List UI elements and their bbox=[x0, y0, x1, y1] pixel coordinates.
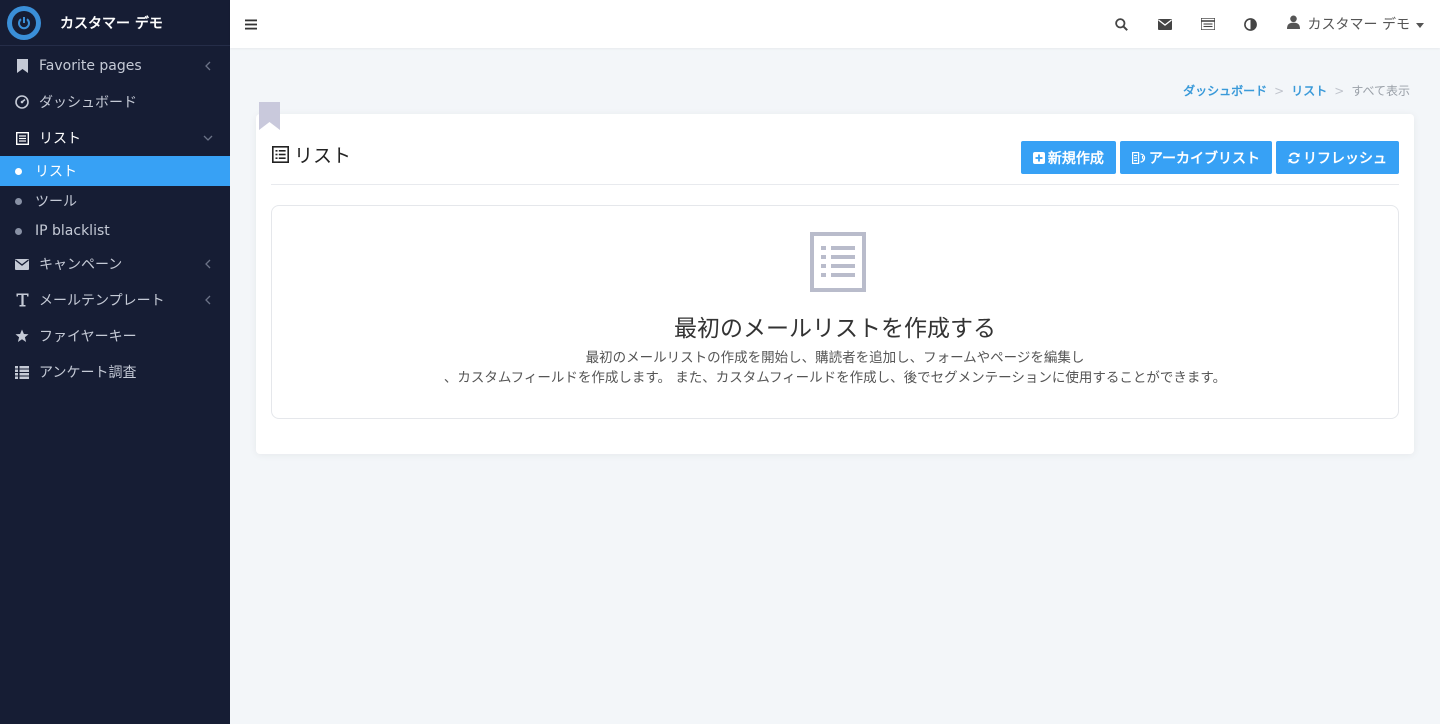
bookmark-icon bbox=[15, 59, 29, 73]
breadcrumb-list[interactable]: リスト bbox=[1291, 82, 1327, 99]
bullet-icon bbox=[15, 227, 22, 235]
dashboard-icon bbox=[15, 95, 29, 109]
user-menu[interactable]: カスタマー デモ bbox=[1286, 14, 1424, 34]
bullet-icon bbox=[15, 167, 22, 175]
archive-list-button[interactable]: アーカイブリスト bbox=[1119, 141, 1272, 174]
card-actions: 新規作成 アーカイブリスト リフレッシュ bbox=[1017, 141, 1399, 174]
sidebar-submenu-list: リスト ツール IP blacklist bbox=[0, 156, 230, 246]
sidebar-item-label: メールテンプレート bbox=[39, 293, 165, 309]
card-header: リスト 新規作成 アーカイブリスト リフレッシュ bbox=[271, 114, 1399, 185]
list-document-icon bbox=[810, 232, 866, 296]
sidebar-subitem-list[interactable]: リスト bbox=[0, 156, 230, 186]
list-card: リスト 新規作成 アーカイブリスト リフレッシュ 最初のメールリストを作成する … bbox=[256, 114, 1414, 454]
user-icon bbox=[1286, 15, 1300, 33]
sidebar-item-favorite-pages[interactable]: Favorite pages bbox=[0, 48, 230, 84]
page-title: リスト bbox=[272, 141, 351, 168]
sidebar-item-campaigns[interactable]: キャンペーン bbox=[0, 246, 230, 282]
sidebar-item-label: アンケート調査 bbox=[39, 365, 137, 381]
sidebar-item-label: リスト bbox=[39, 131, 81, 147]
contrast-icon[interactable] bbox=[1244, 17, 1258, 31]
create-button-label: 新規作成 bbox=[1047, 150, 1104, 167]
list-icon bbox=[272, 146, 289, 163]
archive-list-button-label: アーカイブリスト bbox=[1148, 150, 1260, 167]
sidebar-item-label: ダッシュボード bbox=[39, 95, 137, 111]
brand[interactable]: カスタマー デモ bbox=[0, 0, 230, 46]
sidebar-menu: Favorite pages ダッシュボード リスト リスト ツール IP bl… bbox=[0, 46, 230, 390]
survey-icon bbox=[15, 365, 29, 379]
text-icon bbox=[15, 293, 29, 307]
sidebar-item-label: Favorite pages bbox=[39, 58, 142, 74]
list-icon bbox=[15, 131, 29, 145]
sidebar-item-label: ファイヤーキー bbox=[39, 329, 137, 345]
chevron-left-icon bbox=[202, 295, 214, 305]
logo-icon bbox=[7, 5, 41, 40]
empty-state-description-line: 最初のメールリストの作成を開始し、購読者を追加し、フォームやページを編集し bbox=[585, 350, 1085, 366]
star-icon bbox=[15, 329, 29, 343]
sidebar-subitem-label: IP blacklist bbox=[35, 223, 110, 239]
bookmark-ribbon-icon[interactable] bbox=[259, 102, 280, 130]
list-icon[interactable] bbox=[1200, 17, 1215, 31]
sidebar-item-label: キャンペーン bbox=[39, 257, 123, 273]
sidebar-subitem-ip-blacklist[interactable]: IP blacklist bbox=[0, 216, 230, 246]
sidebar: カスタマー デモ Favorite pages ダッシュボード リスト リスト … bbox=[0, 0, 230, 724]
refresh-button[interactable]: リフレッシュ bbox=[1276, 141, 1399, 174]
sidebar-item-surveys[interactable]: アンケート調査 bbox=[0, 354, 230, 390]
search-icon[interactable] bbox=[1115, 17, 1129, 31]
chevron-left-icon bbox=[202, 61, 214, 71]
create-button[interactable]: 新規作成 bbox=[1020, 141, 1116, 174]
empty-state-title: 最初のメールリストを作成する bbox=[674, 316, 996, 342]
page-title-text: リスト bbox=[294, 145, 352, 167]
empty-state: 最初のメールリストを作成する 最初のメールリストの作成を開始し、購読者を追加し、… bbox=[271, 205, 1399, 419]
breadcrumb-current: すべて表示 bbox=[1351, 84, 1410, 98]
sidebar-item-email-templates[interactable]: メールテンプレート bbox=[0, 282, 230, 318]
archive-icon bbox=[1131, 151, 1146, 164]
caret-down-icon bbox=[1416, 16, 1424, 32]
empty-state-description: 最初のメールリストの作成を開始し、購読者を追加し、フォームやページを編集し 、カ… bbox=[272, 348, 1398, 388]
breadcrumb-separator: > bbox=[1334, 83, 1345, 98]
top-bar: カスタマー デモ bbox=[230, 0, 1440, 48]
sidebar-item-list[interactable]: リスト bbox=[0, 120, 230, 156]
chevron-left-icon bbox=[202, 259, 214, 269]
envelope-icon bbox=[15, 257, 29, 271]
user-name: カスタマー デモ bbox=[1307, 17, 1410, 33]
refresh-button-label: リフレッシュ bbox=[1303, 150, 1387, 167]
sidebar-item-dashboard[interactable]: ダッシュボード bbox=[0, 84, 230, 120]
empty-state-description-line: 、カスタムフィールドを作成します。 また、カスタムフィールドを作成し、後でセグメ… bbox=[443, 370, 1227, 386]
plus-square-icon bbox=[1032, 151, 1045, 164]
envelope-icon[interactable] bbox=[1157, 17, 1172, 31]
breadcrumb-separator: > bbox=[1274, 83, 1285, 98]
top-bar-actions: カスタマー デモ bbox=[1115, 14, 1440, 34]
sidebar-subitem-label: リスト bbox=[35, 164, 77, 180]
sidebar-subitem-label: ツール bbox=[35, 194, 77, 210]
sidebar-item-firekey[interactable]: ファイヤーキー bbox=[0, 318, 230, 354]
refresh-icon bbox=[1288, 151, 1300, 164]
chevron-down-icon bbox=[202, 135, 214, 141]
hamburger-menu-icon[interactable] bbox=[245, 19, 257, 30]
brand-name: カスタマー デモ bbox=[60, 15, 163, 32]
sidebar-subitem-tools[interactable]: ツール bbox=[0, 186, 230, 216]
bullet-icon bbox=[15, 197, 22, 205]
breadcrumb-dashboard[interactable]: ダッシュボード bbox=[1183, 82, 1267, 99]
breadcrumb: ダッシュボード > リスト > すべて表示 bbox=[1183, 82, 1410, 99]
